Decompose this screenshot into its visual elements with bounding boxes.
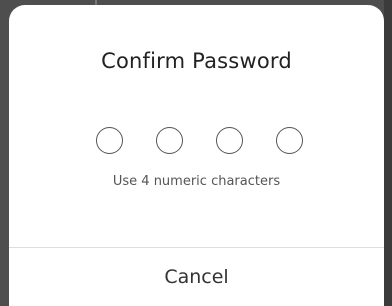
pin-dot-empty	[215, 127, 243, 154]
confirm-password-dialog: Confirm Password Use 4 numeric character…	[9, 5, 384, 306]
pin-indicator	[9, 124, 384, 158]
background-edge-right	[384, 0, 392, 306]
cancel-button[interactable]: Cancel	[9, 248, 384, 306]
pin-dot-empty	[275, 127, 303, 154]
pin-dot-empty	[95, 127, 123, 154]
dim-backdrop: Confirm Password Use 4 numeric character…	[0, 0, 392, 306]
pin-dot-empty	[155, 127, 183, 154]
pin-hint-text: Use 4 numeric characters	[112, 174, 281, 189]
dialog-title: Confirm Password	[101, 49, 292, 73]
